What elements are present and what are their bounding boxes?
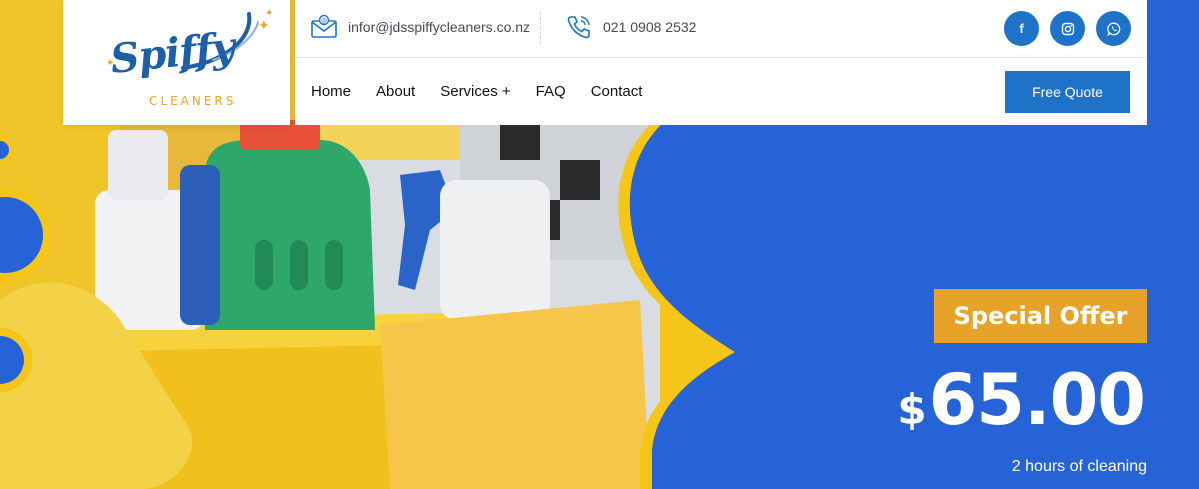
whatsapp-icon (1106, 22, 1120, 36)
svg-text:✦: ✦ (258, 18, 270, 34)
nav-item-contact[interactable]: Contact (591, 83, 643, 100)
offer-note: 2 hours of cleaning (1011, 458, 1147, 475)
logo-subtitle: CLEANERS (149, 94, 237, 108)
envelope-icon: @ (311, 14, 337, 38)
offer-price: $ 65.00 (897, 355, 1146, 445)
price-currency: $ (897, 385, 927, 434)
logo[interactable]: ✦ ✦ ✦ Spiffy CLEANERS (63, 0, 290, 125)
contact-email[interactable]: @ infor@jdsspiffycleaners.co.nz (310, 12, 530, 42)
nav-item-about[interactable]: About (376, 83, 415, 100)
nav-item-home[interactable]: Home (311, 83, 351, 100)
svg-text:✦: ✦ (265, 8, 273, 19)
phone-call-icon (567, 16, 590, 39)
nav-menu: Home About Services + FAQ Contact (311, 58, 642, 125)
nav-item-services[interactable]: Services + (440, 83, 510, 100)
contact-bar: @ infor@jdsspiffycleaners.co.nz 021 0908… (295, 0, 1147, 58)
contact-phone[interactable]: 021 0908 2532 (565, 12, 696, 42)
special-offer-badge: Special Offer (934, 289, 1147, 343)
facebook-button[interactable]: f (1004, 11, 1039, 46)
whatsapp-button[interactable] (1096, 11, 1131, 46)
site-header: @ infor@jdsspiffycleaners.co.nz 021 0908… (295, 0, 1147, 125)
instagram-button[interactable] (1050, 11, 1085, 46)
main-nav: Home About Services + FAQ Contact Free Q… (295, 58, 1147, 125)
contact-divider (540, 12, 541, 44)
free-quote-button[interactable]: Free Quote (1005, 71, 1130, 113)
instagram-icon (1061, 22, 1074, 35)
price-amount: 65.00 (928, 359, 1146, 441)
email-text: infor@jdsspiffycleaners.co.nz (348, 19, 531, 35)
facebook-icon: f (1019, 21, 1024, 36)
svg-text:@: @ (321, 18, 327, 25)
social-links: f (1004, 11, 1131, 46)
nav-item-faq[interactable]: FAQ (536, 83, 566, 100)
phone-text: 021 0908 2532 (603, 19, 697, 35)
